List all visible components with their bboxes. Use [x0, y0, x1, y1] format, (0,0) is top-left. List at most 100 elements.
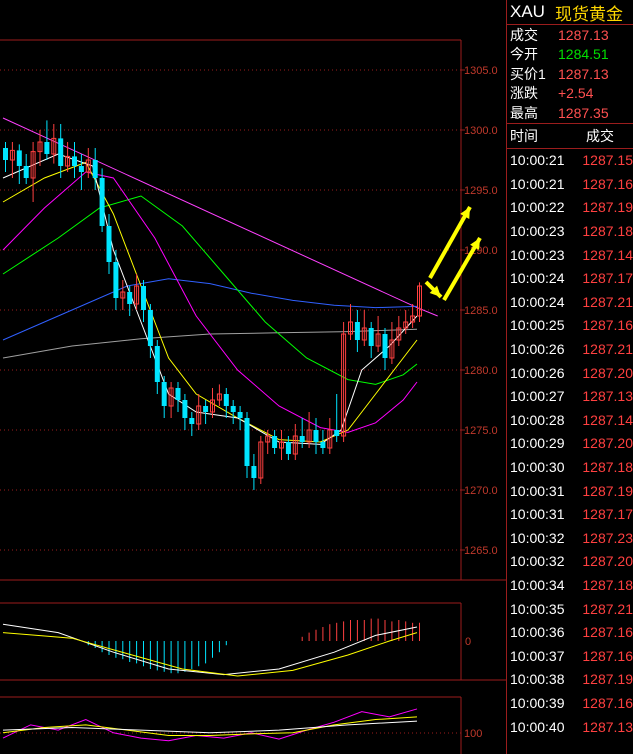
candle-body — [382, 334, 388, 358]
tick-row: 10:00:37 1287.16 — [507, 644, 633, 668]
tick-price: 1287.14 — [582, 246, 633, 263]
tick-row: 10:00:26 1287.21 — [507, 337, 633, 361]
quote-row: 涨跌 +2.54 — [507, 84, 633, 104]
candle-body — [23, 166, 29, 178]
tick-price: 1287.21 — [582, 600, 633, 617]
quote-panel: XAU 现货黄金 成交 1287.13 今开 1284.51 买价1 1287.13 涨跌 +… — [506, 0, 633, 754]
tick-time: 10:00:22 — [510, 199, 565, 216]
tick-time: 10:00:34 — [510, 576, 565, 593]
tick-row: 10:00:30 1287.18 — [507, 455, 633, 479]
candle-body — [334, 430, 340, 436]
tick-time: 10:00:24 — [510, 293, 565, 310]
ma-magenta-line — [2, 171, 418, 433]
candle-body — [106, 226, 112, 262]
candle-body — [285, 442, 291, 454]
candle-body — [368, 328, 374, 346]
candle-body — [154, 346, 160, 382]
tick-row: 10:00:39 1287.16 — [507, 691, 633, 715]
tick-row: 10:00:35 1287.21 — [507, 597, 633, 621]
candle-body — [237, 412, 243, 418]
tick-time: 10:00:29 — [510, 435, 565, 452]
tick-row: 10:00:31 1287.17 — [507, 502, 633, 526]
tick-time: 10:00:37 — [510, 647, 565, 664]
macd-dea-line — [2, 632, 418, 677]
tick-time: 10:00:31 — [510, 482, 565, 499]
candle-body — [113, 262, 119, 298]
candle-body — [313, 430, 319, 442]
tick-row: 10:00:23 1287.14 — [507, 243, 633, 267]
tick-time: 10:00:40 — [510, 718, 565, 735]
tick-row: 10:00:26 1287.20 — [507, 361, 633, 385]
candle-body — [44, 142, 50, 154]
candle-body — [72, 156, 77, 166]
candle-body — [16, 150, 22, 166]
tick-time: 10:00:31 — [510, 506, 565, 523]
tick-row: 10:00:25 1287.16 — [507, 314, 633, 338]
tick-row: 10:00:40 1287.13 — [507, 715, 633, 739]
tick-price: 1287.20 — [582, 553, 633, 570]
tick-row: 10:00:24 1287.17 — [507, 266, 633, 290]
quote-label: 最高 — [510, 104, 538, 121]
y-tick-label: 1305.0 — [464, 65, 498, 77]
tick-time: 10:00:30 — [510, 459, 565, 476]
candle-body — [203, 406, 209, 412]
tick-row: 10:00:27 1287.13 — [507, 384, 633, 408]
tick-price: 1287.20 — [582, 435, 633, 452]
tick-price: 1287.16 — [582, 647, 633, 664]
quote-label: 成交 — [510, 26, 538, 43]
chart-area: 1305.0 1300.0 1295.0 1290.0 1285.0 1280.0 1275… — [0, 0, 506, 754]
tick-price: 1287.16 — [582, 317, 633, 334]
tick-time: 10:00:38 — [510, 671, 565, 688]
tick-price: 1287.15 — [582, 152, 633, 169]
tick-header-price: 成交 — [586, 127, 614, 144]
tick-time: 10:00:32 — [510, 529, 565, 546]
ma-green-line — [2, 195, 418, 385]
candle-body — [127, 292, 133, 304]
candle-body — [354, 322, 360, 340]
candle-body — [223, 394, 229, 406]
candle-body — [147, 310, 153, 346]
candle-body — [58, 138, 64, 166]
tick-price: 1287.13 — [582, 388, 633, 405]
tick-price: 1287.13 — [582, 718, 633, 735]
tick-price: 1287.14 — [582, 411, 633, 428]
tick-row: 10:00:22 1287.19 — [507, 196, 633, 220]
price-chart: 1305.01300.01295.01290.01285.01280.01275… — [0, 39, 506, 754]
quote-label: 涨跌 — [510, 85, 538, 102]
candle-body — [251, 466, 257, 478]
y-tick-label: 1280.0 — [464, 365, 498, 377]
quote-value: 1287.13 — [558, 65, 609, 82]
tick-price: 1287.21 — [582, 293, 633, 310]
candle-body — [230, 406, 236, 412]
tick-row: 10:00:31 1287.19 — [507, 479, 633, 503]
candle-body — [3, 148, 8, 160]
y-tick-label: 1265.0 — [464, 545, 498, 557]
tick-price: 1287.16 — [582, 624, 633, 641]
tick-list[interactable]: 10:00:21 1287.15 10:00:21 1287.16 10:00:22 12… — [507, 149, 633, 739]
candle-body — [244, 418, 250, 466]
tick-time: 10:00:26 — [510, 364, 565, 381]
tick-price: 1287.16 — [582, 694, 633, 711]
tick-time: 10:00:36 — [510, 624, 565, 641]
tick-time: 10:00:25 — [510, 317, 565, 334]
tick-time: 10:00:23 — [510, 246, 565, 263]
tick-row: 10:00:32 1287.20 — [507, 550, 633, 574]
tick-price: 1287.16 — [582, 175, 633, 192]
tick-row: 10:00:38 1287.19 — [507, 668, 633, 692]
tick-price: 1287.19 — [582, 671, 633, 688]
candle-body — [92, 160, 98, 178]
candle-body — [189, 418, 195, 424]
tick-time: 10:00:39 — [510, 694, 565, 711]
tick-row: 10:00:36 1287.16 — [507, 620, 633, 644]
tick-time: 10:00:21 — [510, 152, 565, 169]
tick-row: 10:00:23 1287.18 — [507, 219, 633, 243]
symbol-name: 现货黄金 — [554, 4, 623, 24]
tick-price: 1287.18 — [582, 223, 633, 240]
tick-header: 时间 成交 — [507, 122, 633, 149]
quote-value: 1287.13 — [558, 26, 609, 43]
quote-rows: 成交 1287.13 今开 1284.51 买价1 1287.13 涨跌 +2.54 最高 128… — [507, 25, 633, 123]
rsi-top-label: 100 — [464, 728, 482, 740]
candle-body — [78, 166, 84, 172]
tick-time: 10:00:24 — [510, 270, 565, 287]
candle-body — [272, 436, 278, 448]
